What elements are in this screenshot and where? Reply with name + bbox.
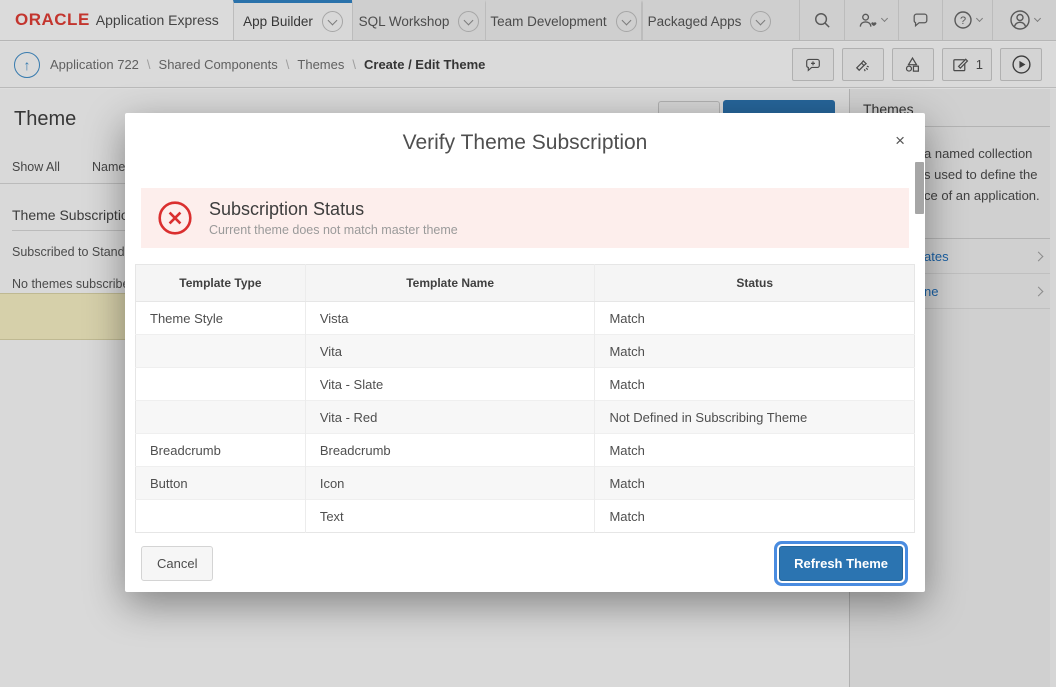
table-header-row: Template Type Template Name Status bbox=[136, 265, 915, 302]
table-row: Vita Match bbox=[136, 335, 915, 368]
refresh-theme-button[interactable]: Refresh Theme bbox=[779, 546, 903, 581]
table-row: Vita - Slate Match bbox=[136, 368, 915, 401]
table-row: Text Match bbox=[136, 500, 915, 533]
error-x-icon bbox=[157, 200, 193, 236]
table-row: Theme Style Vista Match bbox=[136, 302, 915, 335]
status-message: Current theme does not match master them… bbox=[209, 223, 458, 237]
template-status-table: Template Type Template Name Status Theme… bbox=[135, 264, 915, 533]
col-header-template-type: Template Type bbox=[136, 265, 306, 302]
table-row: Button Icon Match bbox=[136, 467, 915, 500]
col-header-status: Status bbox=[595, 265, 915, 302]
close-icon[interactable]: × bbox=[895, 132, 905, 149]
table-row: Vita - Red Not Defined in Subscribing Th… bbox=[136, 401, 915, 434]
subscription-status-banner: Subscription Status Current theme does n… bbox=[141, 188, 909, 248]
cancel-button[interactable]: Cancel bbox=[141, 546, 213, 581]
dialog-footer: Cancel Refresh Theme bbox=[125, 534, 925, 592]
col-header-template-name: Template Name bbox=[305, 265, 595, 302]
table-row: Breadcrumb Breadcrumb Match bbox=[136, 434, 915, 467]
dialog-title: Verify Theme Subscription bbox=[125, 113, 925, 173]
dialog-scrollbar-thumb[interactable] bbox=[915, 162, 924, 214]
dialog-header: Verify Theme Subscription × bbox=[125, 113, 925, 170]
verify-theme-subscription-dialog: Verify Theme Subscription × Subscription… bbox=[125, 113, 925, 592]
status-heading: Subscription Status bbox=[209, 199, 458, 220]
